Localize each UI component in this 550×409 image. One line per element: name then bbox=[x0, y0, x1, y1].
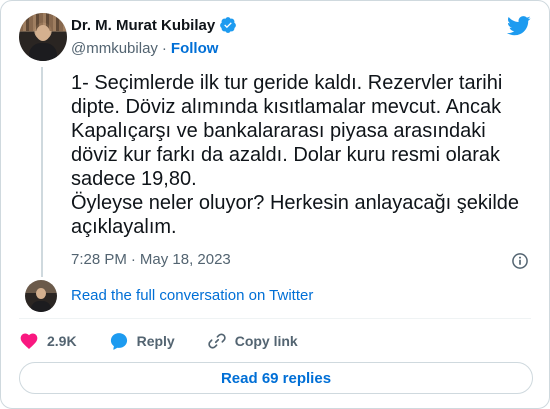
thread-avatar[interactable] bbox=[25, 280, 57, 312]
author-avatar[interactable] bbox=[19, 13, 67, 61]
tweet-text: 1- Seçimlerde ilk tur geride kaldı. Reze… bbox=[71, 72, 520, 238]
tweet-date: May 18, 2023 bbox=[139, 251, 231, 268]
tweet-embed-card: Dr. M. Murat Kubilay @mmkubilay · Follow… bbox=[0, 0, 550, 409]
tweet-time: 7:28 PM bbox=[71, 251, 127, 268]
timestamp-separator: · bbox=[130, 251, 136, 268]
copy-link-label: Copy link bbox=[234, 333, 298, 349]
copy-link-button[interactable]: Copy link bbox=[207, 331, 298, 351]
reply-bubble-icon bbox=[110, 333, 127, 350]
tweet-timestamp[interactable]: 7:28 PM · May 18, 2023 bbox=[71, 251, 231, 268]
tweet-actions: 2.9K Reply Copy link bbox=[19, 331, 330, 351]
read-replies-button[interactable]: Read 69 replies bbox=[19, 362, 533, 394]
author-handle-row: @mmkubilay · Follow bbox=[71, 40, 218, 57]
reply-button[interactable]: Reply bbox=[109, 331, 175, 351]
handle-separator: · bbox=[161, 40, 167, 57]
heart-icon bbox=[20, 333, 38, 349]
reply-label: Reply bbox=[136, 333, 175, 349]
link-icon bbox=[207, 333, 226, 349]
thread-connector-line bbox=[41, 67, 43, 277]
verified-badge-icon bbox=[220, 17, 237, 33]
author-display-name[interactable]: Dr. M. Murat Kubilay bbox=[71, 17, 215, 34]
read-full-conversation-link[interactable]: Read the full conversation on Twitter bbox=[71, 287, 313, 304]
actions-divider bbox=[19, 318, 531, 319]
info-icon[interactable] bbox=[510, 251, 530, 271]
twitter-bird-icon[interactable] bbox=[507, 16, 531, 36]
author-handle[interactable]: @mmkubilay bbox=[71, 40, 158, 57]
likes-count: 2.9K bbox=[47, 333, 77, 349]
author-name-row: Dr. M. Murat Kubilay bbox=[71, 16, 237, 34]
like-button[interactable]: 2.9K bbox=[19, 331, 77, 351]
follow-button[interactable]: Follow bbox=[171, 40, 219, 57]
